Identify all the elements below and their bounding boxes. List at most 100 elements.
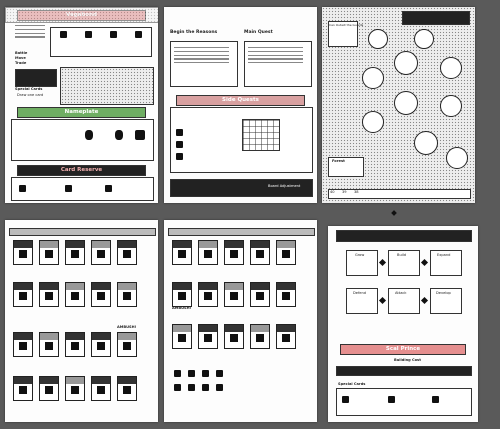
boot-icon (85, 31, 92, 38)
gear-icon (19, 185, 26, 192)
character-box (15, 69, 57, 87)
card[interactable] (117, 376, 137, 401)
wolf-icon (135, 130, 145, 140)
token-icon (188, 370, 195, 377)
map-strip (60, 67, 154, 105)
page-cards-a: AMBUSH! (5, 220, 158, 422)
card[interactable] (224, 324, 244, 349)
special-cards-box (336, 388, 472, 416)
map-clearing[interactable] (394, 51, 418, 75)
map-clearing[interactable] (440, 95, 462, 117)
card[interactable] (117, 282, 137, 307)
row-bar (168, 228, 315, 236)
card[interactable] (276, 324, 296, 349)
card[interactable] (39, 332, 59, 357)
list-item: Trade (15, 61, 27, 65)
card[interactable] (276, 240, 296, 265)
page-cards-b: AMBUSH! (164, 220, 317, 422)
card[interactable] (39, 376, 59, 401)
draw-note: Draw one card (17, 93, 44, 97)
card[interactable] (276, 282, 296, 307)
reserve-box (11, 177, 154, 201)
token-icon (202, 384, 209, 391)
map-clearing[interactable] (368, 29, 388, 49)
card[interactable] (198, 240, 218, 265)
card-icon (388, 396, 395, 403)
rabbit-icon (85, 130, 93, 140)
card-reserve-banner: Card Reserve (17, 165, 146, 176)
token-icon (174, 370, 181, 377)
row-bar (9, 228, 156, 236)
card[interactable] (91, 332, 111, 357)
page-quests: Begin the Reasons Main Quest Side Quests… (164, 7, 317, 203)
map-clearing[interactable] (362, 111, 384, 133)
flow-box-3: Expand (430, 250, 462, 276)
card[interactable] (172, 282, 192, 307)
adjustment-label: Board Adjustment (268, 184, 301, 188)
cost-bar (336, 366, 472, 376)
score-track (328, 189, 471, 199)
card[interactable] (198, 324, 218, 349)
quest-icon (176, 129, 183, 136)
map-clearing[interactable] (446, 147, 468, 169)
card[interactable] (65, 332, 85, 357)
card[interactable] (13, 376, 33, 401)
card[interactable] (13, 332, 33, 357)
card[interactable] (39, 240, 59, 265)
map-clearing[interactable] (414, 131, 438, 155)
card[interactable] (91, 282, 111, 307)
card[interactable] (172, 324, 192, 349)
score-num: 39 (342, 190, 347, 194)
ambush-label: AMBUSH! (117, 325, 137, 329)
hammer-icon (110, 31, 117, 38)
building-cost-label: Building Cost (394, 358, 421, 362)
map-clearing[interactable] (394, 91, 418, 115)
card[interactable] (198, 282, 218, 307)
outwit-label: Can Outwit the Guards (329, 23, 364, 27)
card[interactable] (91, 240, 111, 265)
rule-lines (174, 47, 229, 66)
scal-prince-banner: Scal Prince (340, 344, 466, 355)
sword-icon (60, 31, 67, 38)
flow-box-6: Develop (430, 288, 462, 314)
flow-label: Build (397, 253, 407, 257)
flow-label: Attack (395, 291, 407, 295)
card[interactable] (250, 282, 270, 307)
header-strip (336, 230, 472, 242)
nameplate-banner: Nameplate (17, 107, 146, 118)
map-clearing[interactable] (414, 29, 434, 49)
flow-arrow-icon (420, 258, 429, 267)
card[interactable] (65, 240, 85, 265)
card[interactable] (91, 376, 111, 401)
card[interactable] (13, 282, 33, 307)
card[interactable] (224, 282, 244, 307)
card[interactable] (250, 324, 270, 349)
quest-icon (176, 153, 183, 160)
owl-icon (105, 185, 112, 192)
flow-label: Develop (436, 291, 451, 295)
card[interactable] (250, 240, 270, 265)
card[interactable] (117, 332, 137, 357)
card[interactable] (172, 240, 192, 265)
card[interactable] (65, 376, 85, 401)
flow-arrow-icon (378, 296, 387, 305)
card[interactable] (39, 282, 59, 307)
side-quests-banner: Side Quests (176, 95, 305, 106)
card-icon (342, 396, 349, 403)
fox-icon (65, 185, 72, 192)
special-cards-label: Special Cards (338, 382, 366, 386)
rule-lines (15, 25, 45, 40)
card[interactable] (13, 240, 33, 265)
card[interactable] (65, 282, 85, 307)
token-icon (188, 384, 195, 391)
special-cards-label: Special Cards (15, 87, 43, 91)
forest-label: Forest (332, 159, 345, 163)
page-vagabond: Vagabond Battle Move Trade Special Cards… (5, 7, 158, 203)
map-clearing[interactable] (362, 67, 384, 89)
token-icon (202, 370, 209, 377)
flow-label: Grow (355, 253, 365, 257)
map-clearing[interactable] (440, 57, 462, 79)
card[interactable] (224, 240, 244, 265)
flow-label: Defend (353, 291, 367, 295)
card[interactable] (117, 240, 137, 265)
